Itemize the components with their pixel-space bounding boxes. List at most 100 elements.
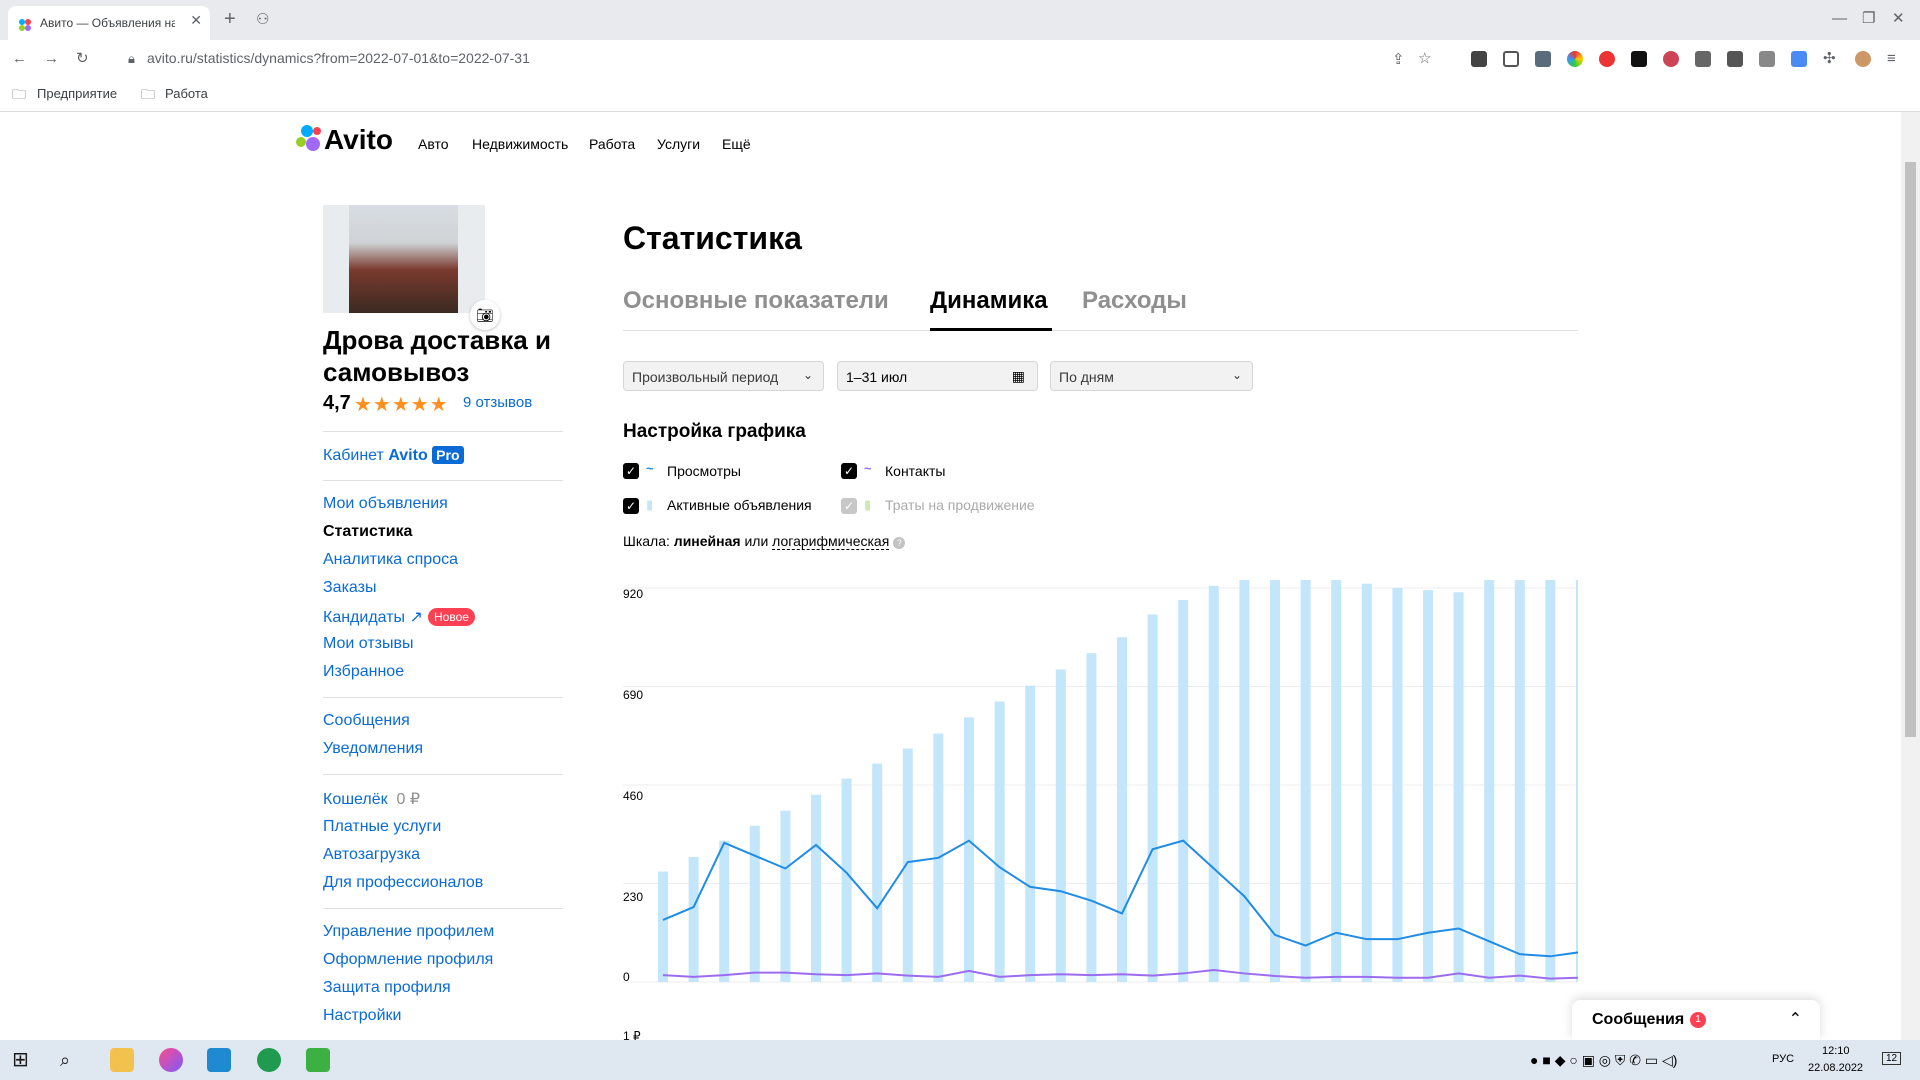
- active-ads-bar[interactable]: [841, 778, 852, 982]
- extension-hat-icon[interactable]: [1695, 51, 1711, 67]
- active-ads-bar[interactable]: [1055, 669, 1066, 982]
- nav-jobs[interactable]: Работа: [589, 136, 635, 152]
- active-ads-bar[interactable]: [1453, 592, 1464, 982]
- nav-auto[interactable]: Авто: [418, 136, 449, 152]
- vscode-icon[interactable]: [207, 1048, 231, 1072]
- sidebar-item-favorites[interactable]: Избранное: [323, 663, 404, 681]
- sidebar-item-my-reviews[interactable]: Мои отзывы: [323, 635, 414, 653]
- active-ads-bar[interactable]: [1208, 585, 1219, 982]
- active-ads-bar[interactable]: [1178, 599, 1189, 982]
- bookmark-work[interactable]: Работа: [165, 86, 208, 101]
- share-icon[interactable]: ⇪: [1392, 51, 1405, 69]
- active-ads-bar[interactable]: [1331, 580, 1342, 982]
- extension-k-icon[interactable]: [1631, 51, 1647, 67]
- active-ads-bar[interactable]: [1484, 580, 1495, 982]
- extension-shield-icon[interactable]: [1503, 51, 1519, 67]
- date-range-field[interactable]: 1–31 июл ▦: [837, 361, 1038, 391]
- address-bar[interactable]: avito.ru/statistics/dynamics?from=2022-0…: [147, 50, 530, 66]
- active-ads-bar[interactable]: [1361, 583, 1372, 982]
- new-tab-icon[interactable]: +: [224, 9, 236, 29]
- sidebar-item-profile-protection[interactable]: Защита профиля: [323, 979, 451, 997]
- active-ads-bar[interactable]: [872, 763, 883, 982]
- search-icon[interactable]: ⌕: [60, 1048, 84, 1072]
- messages-popup[interactable]: Сообщения 1 ⌃: [1572, 1000, 1820, 1040]
- active-ads-bar[interactable]: [1147, 614, 1158, 982]
- clock-time[interactable]: 12:10: [1822, 1045, 1850, 1057]
- active-ads-bar[interactable]: [902, 748, 913, 982]
- active-ads-bar[interactable]: [658, 871, 668, 982]
- sidebar-item-wallet[interactable]: Кошелёк 0 ₽: [323, 789, 420, 809]
- tab-close-icon[interactable]: ✕: [190, 12, 202, 29]
- lock-icon[interactable]: 🔒︎: [128, 50, 135, 68]
- active-ads-bar[interactable]: [1514, 580, 1525, 982]
- sidebar-item-messages[interactable]: Сообщения: [323, 712, 410, 730]
- app-terminal-icon[interactable]: [306, 1048, 330, 1072]
- active-ads-bar[interactable]: [688, 856, 699, 982]
- reload-icon[interactable]: ↻: [76, 50, 89, 68]
- incognito-icon[interactable]: ⚇: [256, 11, 269, 29]
- active-ads-bar[interactable]: [1239, 580, 1250, 982]
- windows-start-icon[interactable]: ⊞: [12, 1048, 36, 1072]
- contacts-checkbox[interactable]: ✓: [841, 463, 857, 479]
- extensions-puzzle-icon[interactable]: ✣: [1823, 50, 1836, 68]
- sidebar-item-profile-management[interactable]: Управление профилем: [323, 923, 494, 941]
- nav-more[interactable]: Ещё: [722, 136, 751, 152]
- extension-color-icon[interactable]: [1567, 51, 1583, 67]
- extension-stack-icon[interactable]: [1535, 51, 1551, 67]
- browser-app-icon[interactable]: [159, 1048, 183, 1072]
- active-ads-bar[interactable]: [1392, 588, 1403, 982]
- extension-avatar-icon[interactable]: [1663, 51, 1679, 67]
- keyboard-language[interactable]: РУС: [1772, 1053, 1794, 1065]
- calendar-icon[interactable]: ▦: [1012, 368, 1025, 385]
- extension-rocket-icon[interactable]: [1471, 51, 1487, 67]
- active-ads-bar[interactable]: [749, 825, 760, 982]
- promo-spend-checkbox[interactable]: ✓: [841, 498, 857, 514]
- tab-expenses[interactable]: Расходы: [1082, 287, 1187, 315]
- views-checkbox[interactable]: ✓: [623, 463, 639, 479]
- sidebar-item-settings[interactable]: Настройки: [323, 1007, 401, 1025]
- sidebar-item-demand-analytics[interactable]: Аналитика спроса: [323, 551, 458, 569]
- extension-e-icon[interactable]: [1727, 51, 1743, 67]
- sidebar-item-orders[interactable]: Заказы: [323, 579, 376, 597]
- sidebar-item-paid-services[interactable]: Платные услуги: [323, 818, 441, 836]
- active-ads-bar[interactable]: [719, 840, 730, 982]
- restore-icon[interactable]: ❐: [1862, 10, 1875, 28]
- avito-logo[interactable]: Avito: [292, 122, 412, 161]
- help-icon[interactable]: ?: [893, 537, 906, 549]
- app-green-icon[interactable]: [257, 1048, 281, 1072]
- dynamics-chart[interactable]: [623, 580, 1578, 990]
- bookmark-star-icon[interactable]: ☆: [1418, 50, 1431, 68]
- tray-icons[interactable]: ● ■ ◆ ○ ▣ ◎ ⛨ ✆ ▭ ◁): [1530, 1052, 1677, 1069]
- back-icon[interactable]: ←: [12, 50, 27, 68]
- active-ads-bar[interactable]: [1423, 590, 1433, 982]
- active-ads-bar[interactable]: [1545, 580, 1556, 982]
- tab-main-indicators[interactable]: Основные показатели: [623, 287, 889, 315]
- active-ads-bar[interactable]: [1025, 685, 1036, 982]
- extension-red-icon[interactable]: [1599, 51, 1615, 67]
- active-ads-bar[interactable]: [1270, 580, 1280, 982]
- active-ads-bar[interactable]: [811, 794, 821, 982]
- sidebar-item-statistics[interactable]: Статистика: [323, 523, 412, 541]
- sidebar-item-my-ads[interactable]: Мои объявления: [323, 495, 448, 513]
- active-ads-checkbox[interactable]: ✓: [623, 498, 639, 514]
- active-ads-bar[interactable]: [964, 717, 974, 982]
- notification-center-icon[interactable]: 12: [1882, 1052, 1902, 1065]
- profile-photo[interactable]: [349, 205, 458, 313]
- sidebar-item-notifications[interactable]: Уведомления: [323, 740, 423, 758]
- scale-log-option[interactable]: логарифмическая: [772, 533, 890, 550]
- nav-realty[interactable]: Недвижимость: [472, 136, 568, 152]
- period-select[interactable]: Произвольный период ⌄: [623, 361, 824, 391]
- active-ads-bar[interactable]: [1086, 653, 1097, 982]
- sidebar-item-candidates[interactable]: Кандидаты ↗: [323, 607, 423, 627]
- active-ads-bar[interactable]: [780, 810, 791, 982]
- active-ads-bar[interactable]: [1576, 580, 1578, 982]
- scrollbar-thumb[interactable]: [1905, 162, 1916, 737]
- sidebar-item-autoload[interactable]: Автозагрузка: [323, 846, 420, 864]
- window-close-icon[interactable]: ✕: [1892, 10, 1905, 28]
- grouping-select[interactable]: По дням ⌄: [1050, 361, 1253, 391]
- browser-menu-icon[interactable]: ≡: [1887, 50, 1896, 68]
- chevron-up-icon[interactable]: ⌃: [1789, 1009, 1802, 1029]
- active-ads-bar[interactable]: [994, 701, 1005, 982]
- forward-icon[interactable]: →: [44, 50, 59, 68]
- bookmark-enterprise[interactable]: Предприятие: [37, 86, 117, 101]
